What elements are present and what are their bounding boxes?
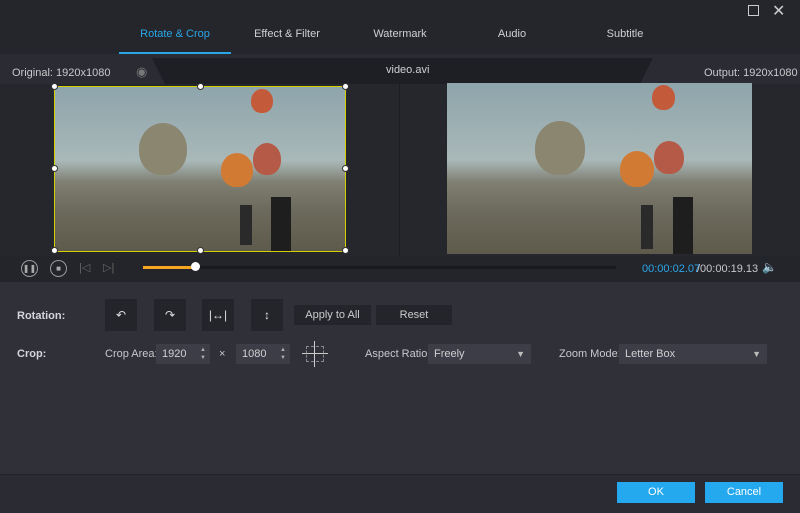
crop-height-value: 1080 [242,348,267,360]
height-stepper[interactable]: ▲ ▼ [280,346,286,362]
cancel-button[interactable]: Cancel [705,482,783,503]
crop-width-value: 1920 [162,348,187,360]
reset-button[interactable]: Reset [376,305,452,325]
original-video-frame[interactable] [54,86,346,252]
output-resolution: Output: 1920x1080 [704,67,798,79]
flip-horizontal-button[interactable]: |↔| [202,299,234,331]
zoom-mode-select[interactable]: Letter Box ▼ [619,344,767,364]
close-icon[interactable]: ✕ [772,1,785,21]
volume-icon[interactable]: 🔈 [762,260,777,274]
stop-button[interactable]: ■ [50,260,67,277]
aspect-ratio-value: Freely [434,348,465,360]
crop-handle[interactable] [197,247,204,254]
next-frame-icon[interactable]: ▷| [103,261,114,274]
tab-effect-filter[interactable]: Effect & Filter [231,28,343,54]
crop-handle[interactable] [51,165,58,172]
original-resolution: Original: 1920x1080 [12,67,111,79]
crop-handle[interactable] [342,165,349,172]
aspect-ratio-select[interactable]: Freely ▼ [428,344,531,364]
tab-rotate-crop[interactable]: Rotate & Crop [119,28,231,54]
crop-handle[interactable] [342,83,349,90]
preview-header: Original: 1920x1080 ◉ video.avi Output: … [0,58,800,84]
top-bar: ✕ Rotate & Crop Effect & Filter Watermar… [0,0,800,54]
flip-vertical-button[interactable]: ↕ [251,299,283,331]
crop-handle[interactable] [51,247,58,254]
width-stepper[interactable]: ▲ ▼ [200,346,206,362]
times-sign: × [219,348,226,360]
crop-handle[interactable] [342,247,349,254]
zoom-mode-value: Letter Box [625,348,676,360]
rotation-label: Rotation: [17,310,66,322]
crop-height-input[interactable]: 1080 ▲ ▼ [236,344,290,364]
crop-width-input[interactable]: 1920 ▲ ▼ [156,344,210,364]
rotate-right-button[interactable]: ↷ [154,299,186,331]
center-crop-icon[interactable] [302,341,328,367]
eye-icon[interactable]: ◉ [136,64,147,80]
progress-track[interactable] [143,266,616,269]
current-time: 00:00:02.07 [642,263,701,275]
chevron-down-icon: ▼ [516,349,525,359]
progress-knob[interactable] [191,262,201,271]
previous-frame-icon[interactable]: |◁ [79,261,90,274]
crop-handle[interactable] [197,83,204,90]
tab-subtitle[interactable]: Subtitle [569,28,681,54]
aspect-ratio-label: Aspect Ratio: [365,348,431,360]
pause-button[interactable]: ❚❚ [21,260,38,277]
crop-area-label: Crop Area: [105,348,158,360]
maximize-icon[interactable] [748,5,759,16]
zoom-mode-label: Zoom Mode: [559,348,621,360]
output-video-frame [447,83,752,254]
crop-label: Crop: [17,348,47,360]
tab-watermark[interactable]: Watermark [344,28,456,54]
total-time: /00:00:19.13 [697,263,759,275]
rotate-left-button[interactable]: ↶ [105,299,137,331]
chevron-down-icon: ▼ [752,349,761,359]
crop-handle[interactable] [51,83,58,90]
filename: video.avi [386,64,430,76]
apply-to-all-button[interactable]: Apply to All [294,305,371,325]
tab-audio[interactable]: Audio [456,28,568,54]
ok-button[interactable]: OK [617,482,695,503]
